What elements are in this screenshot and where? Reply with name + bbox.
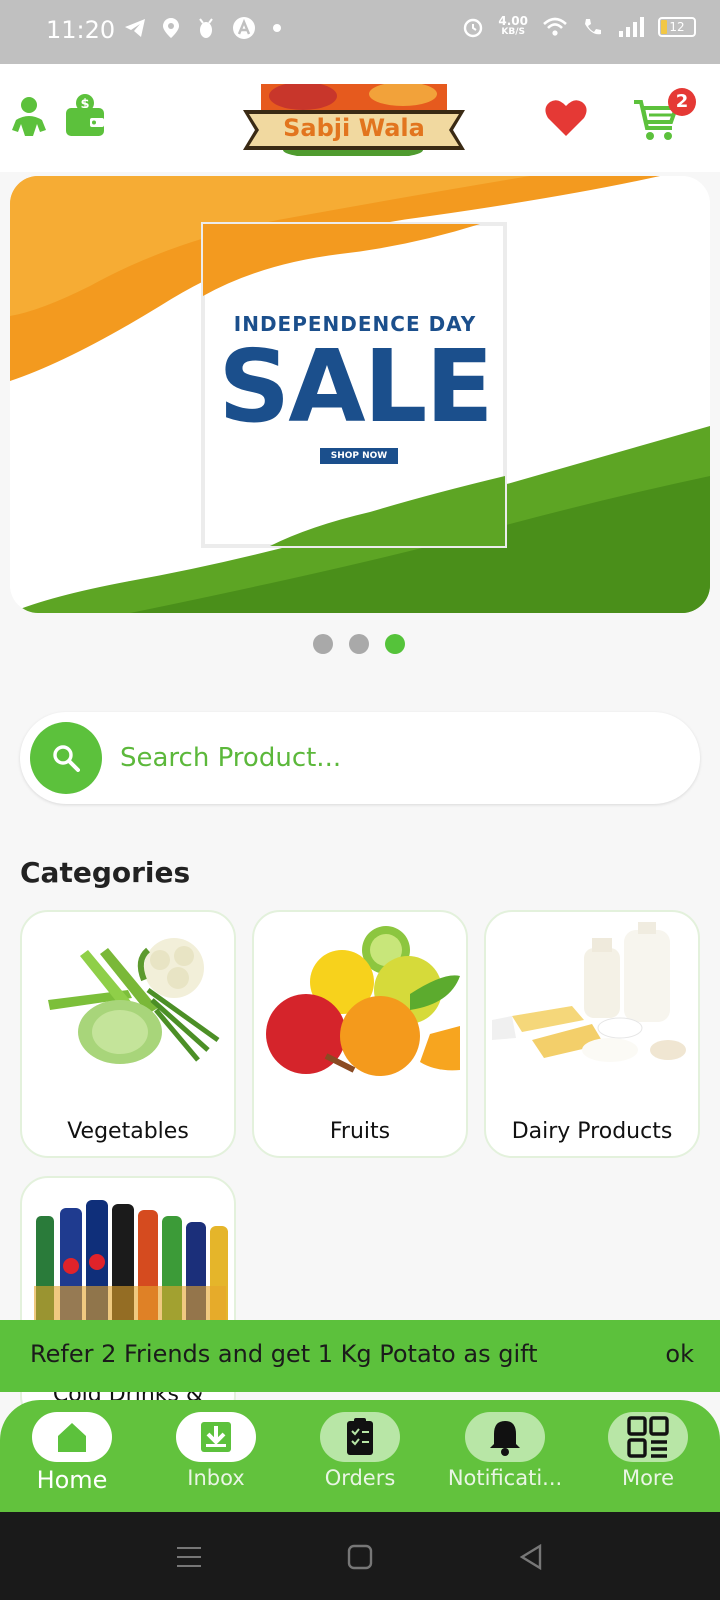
category-label: Dairy Products [511, 1119, 673, 1144]
speed-value: 4.00 [498, 14, 528, 28]
battery-indicator: 12 [658, 17, 696, 37]
nav-label: Inbox [187, 1466, 245, 1490]
cart-count-badge: 2 [668, 88, 696, 116]
category-card-fruits[interactable]: Fruits [252, 910, 468, 1158]
nav-notifications[interactable]: Notificati... [440, 1412, 570, 1490]
dot-icon [273, 24, 281, 32]
carousel-dot[interactable] [313, 634, 333, 654]
network-speed: 4.00 KB/S [498, 14, 528, 38]
menu-icon[interactable] [176, 1544, 202, 1570]
category-card-vegetables[interactable]: Vegetables [20, 910, 236, 1158]
heart-icon[interactable] [544, 98, 588, 138]
nav-label: Home [36, 1466, 108, 1494]
nav-home-pill [32, 1412, 112, 1462]
location-icon [163, 18, 179, 38]
profile-icon[interactable] [10, 96, 48, 140]
back-icon[interactable] [518, 1544, 544, 1570]
category-card-dairy[interactable]: Dairy Products [484, 910, 700, 1158]
inbox-icon [201, 1422, 231, 1452]
category-label: Vegetables [67, 1119, 189, 1144]
status-system-icons: 4.00 KB/S 12 [462, 14, 696, 38]
volte-call-icon [585, 19, 601, 35]
home-square-icon[interactable] [347, 1544, 373, 1570]
search-bar[interactable] [20, 712, 700, 804]
carousel-indicator [313, 634, 405, 654]
nav-label: More [621, 1466, 675, 1490]
nav-notifications-pill [465, 1412, 545, 1462]
vegetables-image [48, 938, 220, 1064]
app-logo: Sabji Wala [243, 82, 465, 160]
refer-snackbar: Refer 2 Friends and get 1 Kg Potato as g… [0, 1320, 720, 1392]
nav-label: Notificati... [447, 1466, 563, 1490]
wifi-icon [543, 17, 567, 36]
promo-banner[interactable]: INDEPENDENCE DAY SALE SHOP NOW [10, 176, 710, 613]
nav-more[interactable]: More [588, 1412, 708, 1490]
bottom-navigation: Home Inbox Orders Notificati... More [0, 1400, 720, 1512]
nav-more-pill [608, 1412, 688, 1462]
wallet-icon[interactable]: $ [64, 92, 106, 138]
app-header: $ Sabji Wala [0, 64, 720, 172]
category-label: Fruits [329, 1119, 391, 1144]
orders-icon [347, 1418, 373, 1455]
categories-title: Categories [20, 856, 191, 889]
dairy-image [492, 922, 686, 1062]
carousel-dot-active[interactable] [385, 634, 405, 654]
nav-home[interactable]: Home [12, 1412, 132, 1494]
banner-title: SALE [218, 328, 493, 445]
nav-inbox[interactable]: Inbox [156, 1412, 276, 1490]
alarm-icon [464, 18, 483, 38]
bell-icon [490, 1421, 520, 1456]
telegram-icon [125, 19, 145, 37]
banner-cta-button[interactable]: SHOP NOW [320, 448, 398, 464]
carousel-dot[interactable] [349, 634, 369, 654]
nav-inbox-pill [176, 1412, 256, 1462]
snackbar-ok-button[interactable]: ok [665, 1340, 694, 1368]
system-navigation-bar [0, 1512, 720, 1600]
search-input[interactable] [120, 736, 660, 780]
battery-level: 12 [669, 20, 685, 34]
app-a-icon [233, 17, 255, 39]
nav-orders-pill [320, 1412, 400, 1462]
speed-unit: KB/S [501, 27, 525, 37]
nav-orders[interactable]: Orders [300, 1412, 420, 1490]
bug-icon [199, 18, 213, 38]
search-icon [53, 745, 80, 772]
signal-icon [619, 17, 644, 37]
status-bar: 11:20 4.00 KB/S 12 [0, 0, 720, 64]
nav-label: Orders [324, 1466, 396, 1490]
status-time: 11:20 [46, 16, 116, 44]
snackbar-message: Refer 2 Friends and get 1 Kg Potato as g… [30, 1340, 538, 1368]
grid-icon [627, 1416, 669, 1458]
fruits-image [266, 926, 460, 1076]
search-button[interactable] [30, 722, 102, 794]
status-notification-icons [124, 16, 282, 40]
home-icon [58, 1423, 86, 1452]
logo-text: Sabji Wala [283, 114, 425, 142]
